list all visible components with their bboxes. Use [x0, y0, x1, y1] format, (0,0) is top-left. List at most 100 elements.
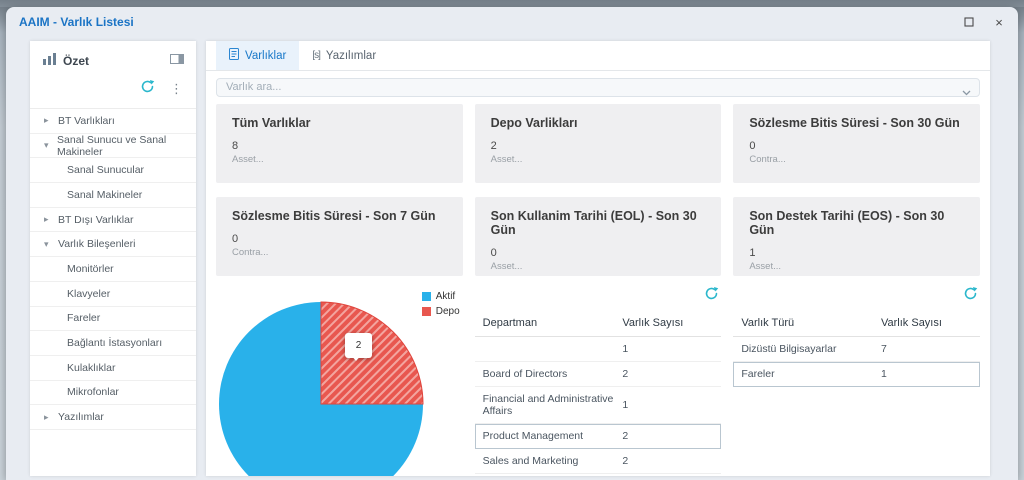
cell: 7 — [881, 342, 887, 355]
card-caption: Contra... — [232, 246, 269, 258]
card-caption: Asset... — [749, 260, 782, 272]
department-row[interactable]: Sales and Marketing 2 — [474, 449, 722, 474]
tree-item-label: BT Varlıkları — [58, 114, 115, 127]
tree-item-sanal-sunucular[interactable]: Sanal Sunucular — [30, 158, 196, 184]
legend-item-aktif[interactable]: Aktif — [421, 290, 460, 302]
summary-card[interactable]: Son Kullanim Tarihi (EOL) - Son 30 Gün 0 A… — [474, 196, 722, 276]
chevron-down-icon[interactable]: ▾ — [44, 140, 51, 151]
refresh-icon[interactable] — [963, 286, 978, 306]
tree-item-ba-lant-i-stasyonlar[interactable]: Bağlantı İstasyonları — [30, 331, 196, 356]
tab-yazilimlar[interactable]: [s] Yazılımlar — [299, 41, 389, 70]
close-icon[interactable]: × — [992, 15, 1006, 30]
refresh-icon[interactable] — [704, 286, 719, 306]
card-caption: Asset... — [490, 153, 523, 165]
tree-item-sanal-makineler[interactable]: Sanal Makineler — [30, 183, 196, 208]
tree-item-label: Sanal Sunucu ve Sanal Makineler — [57, 133, 167, 158]
search-input[interactable] — [216, 77, 980, 97]
chevron-right-icon[interactable]: ▸ — [44, 214, 52, 225]
legend-swatch — [421, 291, 431, 301]
tree-item-bt-d-varl-klar[interactable]: ▸ BT Dışı Varlıklar — [30, 208, 196, 233]
asset-type-row[interactable]: Dizüstü Bilgisayarlar 7 — [733, 337, 980, 362]
card-title: Sözlesme Bitis Süresi - Son 7 Gün — [232, 208, 436, 223]
card-title: Depo Varlikları — [490, 115, 578, 130]
card-title: Son Destek Tarihi (EOS) - Son 30 Gün — [749, 208, 945, 237]
card-value: 0 — [749, 139, 756, 152]
column-header: Departman — [482, 316, 538, 329]
pie-chart: Aktif Depo 2 — [216, 286, 463, 476]
tree-item-label: Bağlantı İstasyonları — [67, 337, 163, 350]
card-title: Son Kullanim Tarihi (EOL) - Son 30 Gün — [490, 208, 697, 237]
column-header: Varlık Türü — [741, 316, 795, 329]
tree-item-label: Sanal Makineler — [67, 188, 143, 201]
card-value: 8 — [232, 139, 239, 152]
department-row[interactable]: Board of Directors 2 — [474, 362, 722, 387]
card-caption: Asset... — [490, 260, 523, 272]
column-header: Varlık Sayısı — [881, 316, 942, 329]
chevron-down-icon[interactable] — [962, 83, 971, 101]
card-value: 0 — [490, 246, 497, 259]
card-value: 1 — [749, 246, 756, 259]
software-icon: [s] — [312, 50, 321, 61]
summary-cards: Tüm Varlıklar 8 Asset... Depo Varlikları 2 As… — [206, 102, 990, 276]
department-row[interactable]: 1 — [474, 337, 722, 362]
department-header: Departman Varlık Sayısı — [474, 312, 722, 337]
tooltip-value: 2 — [355, 339, 362, 351]
department-row[interactable]: Financial and Administrative Affairs 1 — [474, 387, 722, 424]
sidebar-title: Özet — [63, 53, 90, 68]
cell: 1 — [622, 398, 629, 411]
summary-card[interactable]: Sözlesme Bitis Süresi - Son 7 Gün 0 Contra… — [216, 196, 463, 276]
asset-type-header: Varlık Türü Varlık Sayısı — [733, 312, 980, 337]
summary-card[interactable]: Tüm Varlıklar 8 Asset... — [216, 103, 463, 183]
summary-card[interactable]: Son Destek Tarihi (EOS) - Son 30 Gün 1 Ass… — [733, 196, 980, 276]
document-icon — [229, 48, 239, 63]
summary-card[interactable]: Depo Varlikları 2 Asset... — [474, 103, 722, 183]
tree-item-mikrofonlar[interactable]: Mikrofonlar — [30, 381, 196, 406]
tree-item-yaz-l-mlar[interactable]: ▸ Yazılımlar — [30, 405, 196, 430]
card-title: Sözlesme Bitis Süresi - Son 30 Gün — [749, 115, 960, 130]
kebab-menu-icon[interactable]: ⋮ — [170, 82, 183, 95]
cell: 2 — [622, 367, 629, 380]
tree-item-varl-k-bile-enleri[interactable]: ▾ Varlık Bileşenleri — [30, 232, 196, 258]
legend-label: Depo — [435, 305, 460, 317]
tree-item-klavyeler[interactable]: Klavyeler — [30, 282, 196, 307]
maximize-icon[interactable] — [962, 15, 976, 29]
card-caption: Contra... — [749, 153, 786, 165]
cell: Sales and Marketing — [482, 454, 579, 467]
chevron-right-icon[interactable]: ▸ — [44, 412, 52, 423]
tree-item-label: Mikrofonlar — [67, 386, 119, 399]
collapse-panel-icon[interactable] — [170, 53, 184, 68]
cell: Fareler — [741, 367, 775, 380]
cell: Board of Directors — [482, 367, 568, 380]
card-title: Tüm Varlıklar — [232, 115, 311, 130]
titlebar: AAIM - Varlık Listesi × — [6, 7, 1018, 37]
tree-item-bt-varl-klar[interactable]: ▸ BT Varlıkları — [30, 109, 196, 134]
tree-item-sanal-sunucu-ve-sanal-makineler[interactable]: ▾ Sanal Sunucu ve Sanal Makineler — [30, 134, 196, 159]
cell: 1 — [881, 367, 887, 380]
tree-item-label: Klavyeler — [67, 287, 111, 300]
tree-item-fareler[interactable]: Fareler — [30, 307, 196, 332]
tab-label: Yazılımlar — [325, 49, 377, 62]
bar-chart-icon — [43, 53, 56, 68]
window-title: AAIM - Varlık Listesi — [19, 15, 134, 29]
tabbar: Varlıklar [s] Yazılımlar — [206, 41, 990, 71]
tab-varliklar[interactable]: Varlıklar — [216, 41, 300, 70]
chevron-down-icon[interactable]: ▾ — [44, 239, 52, 250]
legend-item-depo[interactable]: Depo — [421, 305, 460, 317]
tree-item-label: Kulaklıklar — [67, 361, 116, 374]
cell: Financial and Administrative Affairs — [482, 392, 614, 417]
refresh-icon[interactable] — [140, 79, 155, 99]
tree-item-label: Monitörler — [67, 262, 114, 275]
asset-type-row[interactable]: Fareler 1 — [733, 361, 980, 387]
pie-slice-depo[interactable] — [320, 300, 424, 404]
chevron-right-icon[interactable]: ▸ — [44, 115, 52, 126]
tree-item-kulakl-klar[interactable]: Kulaklıklar — [30, 356, 196, 381]
cell: 1 — [622, 342, 629, 355]
legend-label: Aktif — [435, 290, 456, 302]
department-row[interactable]: Product Management 2 — [474, 423, 722, 449]
summary-card[interactable]: Sözlesme Bitis Süresi - Son 30 Gün 0 Contr… — [733, 103, 980, 183]
tree-item-monit-rler[interactable]: Monitörler — [30, 257, 196, 282]
cell: 2 — [622, 454, 629, 467]
tab-label: Varlıklar — [245, 49, 287, 62]
chart-tooltip: 2 — [345, 332, 372, 361]
asset-tree: ▸ BT Varlıkları ▾ Sanal Sunucu ve Sanal Mak… — [30, 108, 196, 430]
